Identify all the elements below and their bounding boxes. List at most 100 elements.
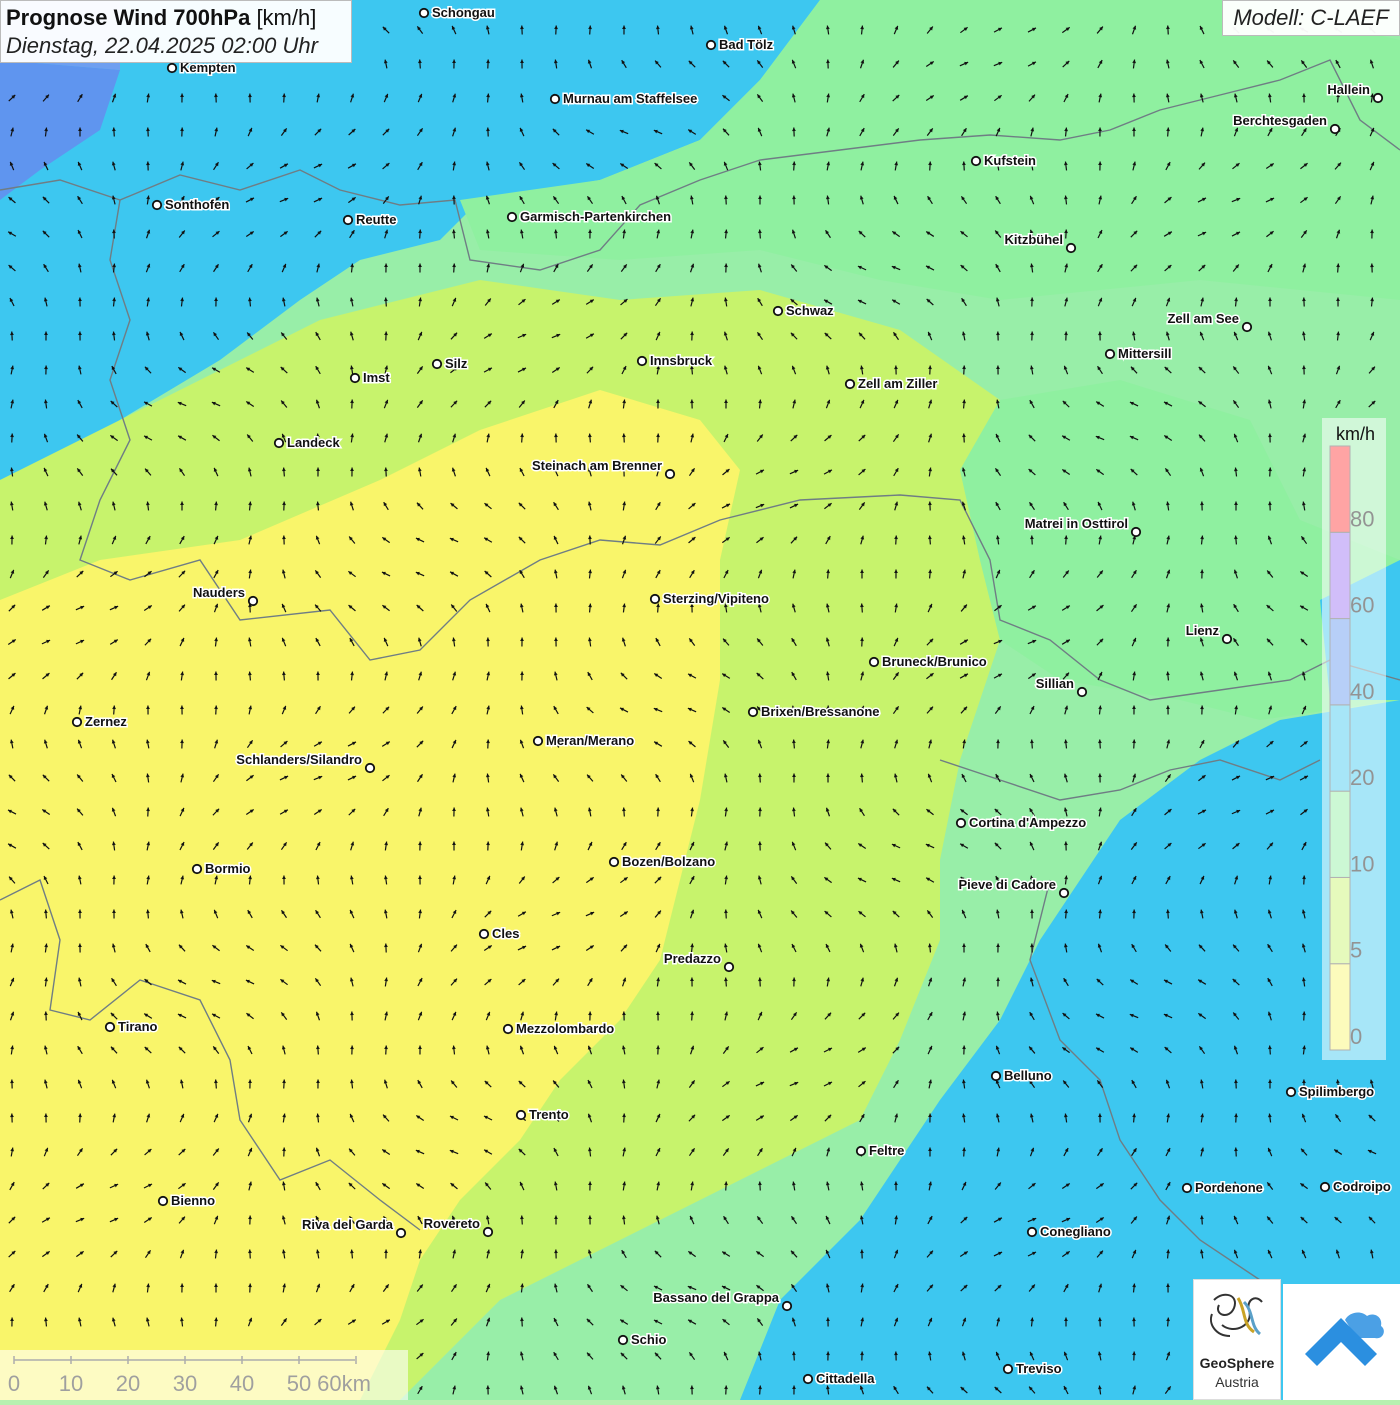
city-dot-icon [666, 470, 674, 478]
city-label: Schlanders/Silandro [236, 752, 362, 767]
city-dot-icon [420, 9, 428, 17]
city-marker: Cortina d'Ampezzo [957, 815, 1086, 830]
city-dot-icon [249, 597, 257, 605]
city-dot-icon [749, 708, 757, 716]
city-label: Steinach am Brenner [532, 458, 662, 473]
city-dot-icon [73, 718, 81, 726]
city-dot-icon [1223, 635, 1231, 643]
city-dot-icon [857, 1147, 865, 1155]
city-dot-icon [275, 439, 283, 447]
city-label: Murnau am Staffelsee [563, 91, 697, 106]
city-label: Feltre [869, 1143, 904, 1158]
city-marker: Garmisch-Partenkirchen [508, 209, 671, 224]
geosphere-swirl-icon [1194, 1280, 1280, 1350]
brand-sub: Austria [1193, 1374, 1281, 1390]
city-label: Cittadella [816, 1371, 875, 1386]
city-label: Schwaz [786, 303, 834, 318]
city-label: Hallein [1327, 82, 1370, 97]
city-dot-icon [351, 374, 359, 382]
city-dot-icon [774, 307, 782, 315]
city-dot-icon [610, 858, 618, 866]
city-dot-icon [168, 64, 176, 72]
city-label: Conegliano [1040, 1224, 1111, 1239]
city-marker: Spilimbergo [1287, 1084, 1374, 1099]
legend-panel [1322, 418, 1386, 1060]
city-marker: Brixen/Bressanone [749, 704, 880, 719]
city-marker: Innsbruck [638, 353, 713, 368]
city-label: Reutte [356, 212, 396, 227]
city-label: Treviso [1016, 1361, 1062, 1376]
forecast-datetime: Dienstag, 22.04.2025 02:00 Uhr [6, 32, 346, 60]
city-dot-icon [1132, 528, 1140, 536]
cloud-arrow-icon [1283, 1284, 1400, 1400]
city-dot-icon [870, 658, 878, 666]
city-label: Zell am See [1167, 311, 1239, 326]
city-label: Bienno [171, 1193, 215, 1208]
city-dot-icon [725, 963, 733, 971]
city-label: Bassano del Grappa [653, 1290, 779, 1305]
wind-map: SchongauBad TölzKemptenMurnau am Staffel… [0, 0, 1400, 1400]
city-label: Tirano [118, 1019, 158, 1034]
city-dot-icon [193, 865, 201, 873]
city-dot-icon [480, 930, 488, 938]
city-dot-icon [651, 595, 659, 603]
model-label: Modell: C-LAEF [1222, 0, 1400, 36]
city-dot-icon [344, 216, 352, 224]
city-label: Berchtesgaden [1233, 113, 1327, 128]
city-dot-icon [638, 357, 646, 365]
city-dot-icon [551, 95, 559, 103]
city-label: Brixen/Bressanone [761, 704, 880, 719]
city-label: Riva del Garda [302, 1217, 394, 1232]
city-label: Imst [363, 370, 390, 385]
city-label: Zernez [85, 714, 127, 729]
city-label: Nauders [193, 585, 245, 600]
city-dot-icon [846, 380, 854, 388]
brand-name: GeoSphere [1193, 1355, 1281, 1371]
city-dot-icon [153, 201, 161, 209]
city-dot-icon [504, 1025, 512, 1033]
city-marker: Schongau [420, 5, 495, 20]
city-label: Garmisch-Partenkirchen [520, 209, 671, 224]
city-label: Cles [492, 926, 519, 941]
city-dot-icon [508, 213, 516, 221]
city-dot-icon [1243, 323, 1251, 331]
city-dot-icon [783, 1302, 791, 1310]
city-dot-icon [397, 1229, 405, 1237]
title-unit: [km/h] [256, 5, 316, 30]
city-dot-icon [534, 737, 542, 745]
city-label: Bormio [205, 861, 251, 876]
city-marker: Meran/Merano [534, 733, 634, 748]
city-dot-icon [1060, 889, 1068, 897]
city-label: Meran/Merano [546, 733, 634, 748]
city-label: Silz [445, 356, 468, 371]
city-dot-icon [1078, 688, 1086, 696]
city-label: Lienz [1186, 623, 1220, 638]
city-label: Bruneck/Brunico [882, 654, 987, 669]
city-marker: Sterzing/Vipiteno [651, 591, 769, 606]
city-marker: Bruneck/Brunico [870, 654, 987, 669]
city-dot-icon [619, 1336, 627, 1344]
city-dot-icon [804, 1375, 812, 1383]
city-dot-icon [992, 1072, 1000, 1080]
city-label: Kufstein [984, 153, 1036, 168]
city-dot-icon [1331, 125, 1339, 133]
city-label: Sterzing/Vipiteno [663, 591, 769, 606]
city-label: Sonthofen [165, 197, 229, 212]
city-dot-icon [366, 764, 374, 772]
legend-unit: km/h [1336, 424, 1375, 445]
city-marker: Zell am Ziller [846, 376, 938, 391]
city-label: Matrei in Osttirol [1025, 516, 1128, 531]
city-marker: Pordenone [1183, 1180, 1263, 1195]
city-label: Schongau [432, 5, 495, 20]
city-label: Sillian [1036, 676, 1074, 691]
city-dot-icon [1004, 1365, 1012, 1373]
city-label: Trento [529, 1107, 569, 1122]
map-title: Prognose Wind 700hPa [km/h] [6, 4, 346, 32]
city-marker: Murnau am Staffelsee [551, 91, 698, 106]
city-dot-icon [106, 1023, 114, 1031]
app-logo[interactable] [1283, 1284, 1400, 1400]
city-dot-icon [707, 41, 715, 49]
city-dot-icon [1321, 1183, 1329, 1191]
city-dot-icon [1374, 94, 1382, 102]
city-label: Codroipo [1333, 1179, 1391, 1194]
